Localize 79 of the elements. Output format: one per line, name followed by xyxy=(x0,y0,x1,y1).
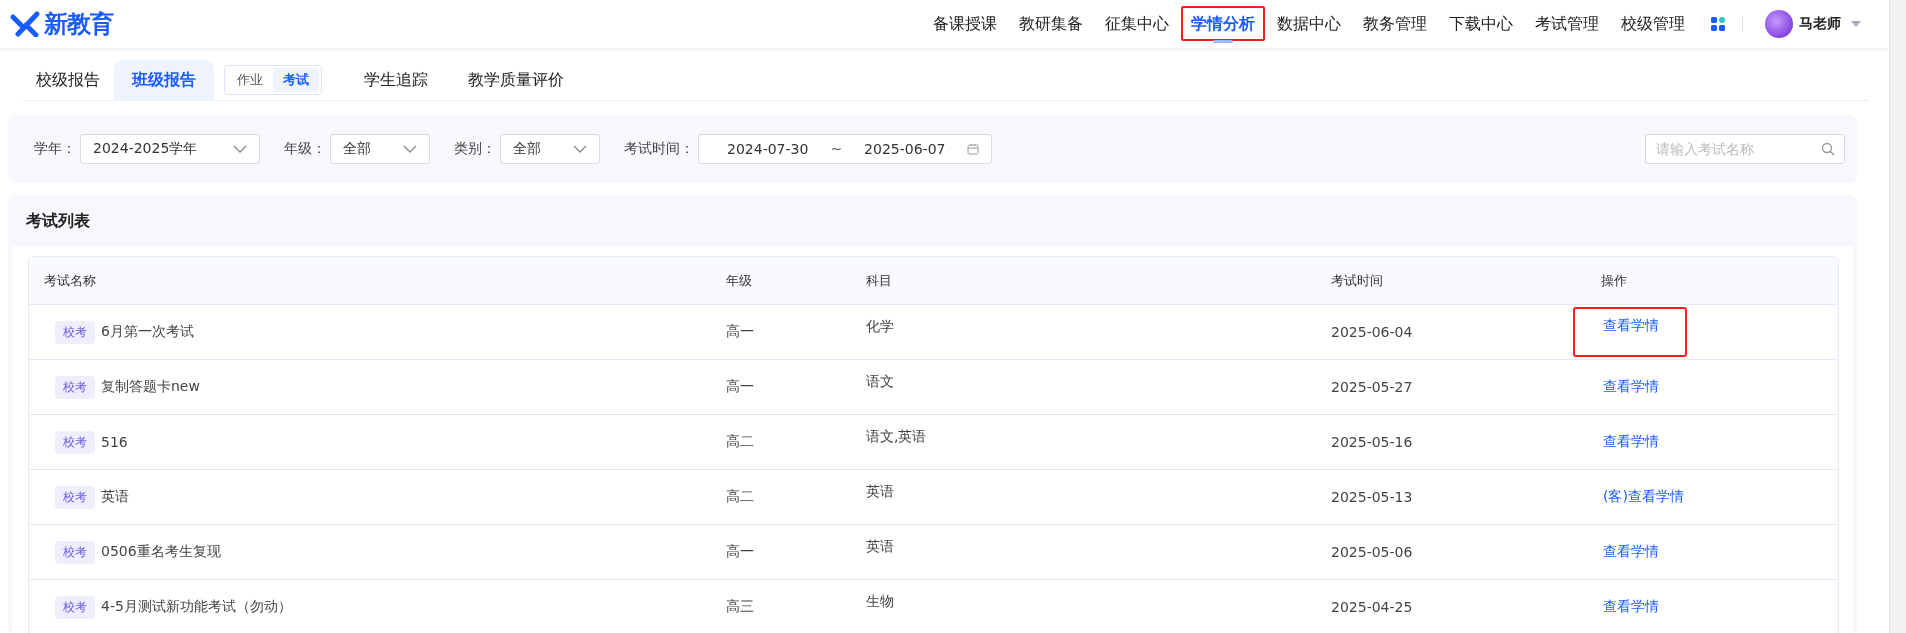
table-cell-text: 高一 xyxy=(725,323,755,341)
nav-item[interactable]: 校级管理 xyxy=(1611,5,1695,41)
table-cell-text: 高一 xyxy=(725,543,755,561)
search-icon[interactable] xyxy=(1821,142,1835,156)
view-report-link[interactable]: 查看学情 xyxy=(1573,419,1687,465)
exam-name: 0506重名考生复现 xyxy=(101,543,221,561)
nav-item[interactable]: 考试管理 xyxy=(1525,5,1609,41)
column-header: 科目 xyxy=(865,271,893,290)
nav-item[interactable]: 下载中心 xyxy=(1439,5,1523,41)
nav-item[interactable]: 学情分析 xyxy=(1181,5,1265,41)
column-header: 年级 xyxy=(725,271,753,290)
filter-select[interactable]: 2024-2025学年 xyxy=(80,134,260,164)
logo-icon xyxy=(10,11,40,37)
date-range-field[interactable]: 2024-07-30 ~ 2025-06-07 xyxy=(698,134,993,164)
scrollbar[interactable] xyxy=(1889,0,1906,633)
table-cell-text: 语文 xyxy=(865,372,895,391)
exam-type-tag: 校考 xyxy=(55,595,95,619)
chevron-down-icon[interactable] xyxy=(233,145,247,153)
report-tab[interactable]: 教学质量评价 xyxy=(454,60,578,100)
logo-text: 新教育 xyxy=(44,9,113,40)
exam-type-tag: 校考 xyxy=(55,320,95,344)
search-field[interactable]: 请输入考试名称 xyxy=(1645,134,1845,164)
report-tab[interactable]: 班级报告 xyxy=(114,60,214,100)
nav-item[interactable]: 教务管理 xyxy=(1353,5,1437,41)
table-cell-text: 2025-05-13 xyxy=(1330,489,1414,505)
table-cell-text: 2025-06-04 xyxy=(1330,324,1414,340)
exam-name: 516 xyxy=(101,434,128,450)
column-header: 操作 xyxy=(1600,271,1628,290)
nav-item[interactable]: 备课授课 xyxy=(923,5,1007,41)
filter-label: 年级： xyxy=(284,140,326,158)
view-report-link[interactable]: 查看学情 xyxy=(1573,529,1687,575)
calendar-icon[interactable] xyxy=(967,143,980,155)
exam-type-tag: 校考 xyxy=(55,540,95,564)
table-cell-text: 英语 xyxy=(865,537,895,556)
table-cell-text: 2025-05-06 xyxy=(1330,544,1414,560)
table-cell-text: 2025-05-16 xyxy=(1330,434,1414,450)
exam-name: 6月第一次考试 xyxy=(101,323,194,341)
table-cell-text: 生物 xyxy=(865,592,895,611)
view-report-link[interactable]: 查看学情 xyxy=(1573,364,1687,410)
report-tab[interactable]: 校级报告 xyxy=(22,60,114,100)
view-report-link[interactable]: 查看学情 xyxy=(1573,307,1687,357)
table-cell-text: 语文,英语 xyxy=(865,427,928,446)
table-cell-text: 高二 xyxy=(725,488,755,506)
filter-label: 学年： xyxy=(34,140,76,158)
avatar[interactable] xyxy=(1765,10,1793,38)
column-header: 考试名称 xyxy=(43,271,97,290)
exam-name: 4-5月测试新功能考试（勿动） xyxy=(101,598,292,616)
table-cell-text: 2025-05-27 xyxy=(1330,379,1414,395)
exam-name: 复制答题卡new xyxy=(101,378,200,396)
nav-item[interactable]: 数据中心 xyxy=(1267,5,1351,41)
exam-name: 英语 xyxy=(101,488,129,506)
exam-type-tag: 校考 xyxy=(55,430,95,454)
report-tab[interactable]: 学生追踪 xyxy=(350,60,442,100)
caret-icon[interactable] xyxy=(1851,21,1861,27)
column-header: 考试时间 xyxy=(1330,271,1384,290)
toggle-option[interactable]: 考试 xyxy=(273,68,319,92)
table-cell-text: 高三 xyxy=(725,598,755,616)
apps-icon[interactable] xyxy=(1710,16,1726,32)
filter-select[interactable]: 全部 xyxy=(500,134,600,164)
exam-type-tag: 校考 xyxy=(55,375,95,399)
view-report-link[interactable]: (客)查看学情 xyxy=(1573,474,1712,520)
user-name[interactable]: 马老师 xyxy=(1799,15,1841,33)
view-report-link[interactable]: 查看学情 xyxy=(1573,584,1687,630)
table-cell-text: 2025-04-25 xyxy=(1330,599,1414,615)
nav-item[interactable]: 教研集备 xyxy=(1009,5,1093,41)
filter-label: 类别： xyxy=(454,140,496,158)
filter-select[interactable]: 全部 xyxy=(330,134,430,164)
active-underline xyxy=(1212,39,1234,43)
table-cell-text: 化学 xyxy=(865,317,895,336)
toggle-option[interactable]: 作业 xyxy=(227,68,273,92)
chevron-down-icon[interactable] xyxy=(573,145,587,153)
chevron-down-icon[interactable] xyxy=(403,145,417,153)
nav-item[interactable]: 征集中心 xyxy=(1095,5,1179,41)
exam-type-tag: 校考 xyxy=(55,485,95,509)
table-cell-text: 高二 xyxy=(725,433,755,451)
card-title: 考试列表 xyxy=(25,210,91,232)
table-cell-text: 英语 xyxy=(865,482,895,501)
table-cell-text: 高一 xyxy=(725,378,755,396)
filter-label: 考试时间： xyxy=(624,140,694,158)
